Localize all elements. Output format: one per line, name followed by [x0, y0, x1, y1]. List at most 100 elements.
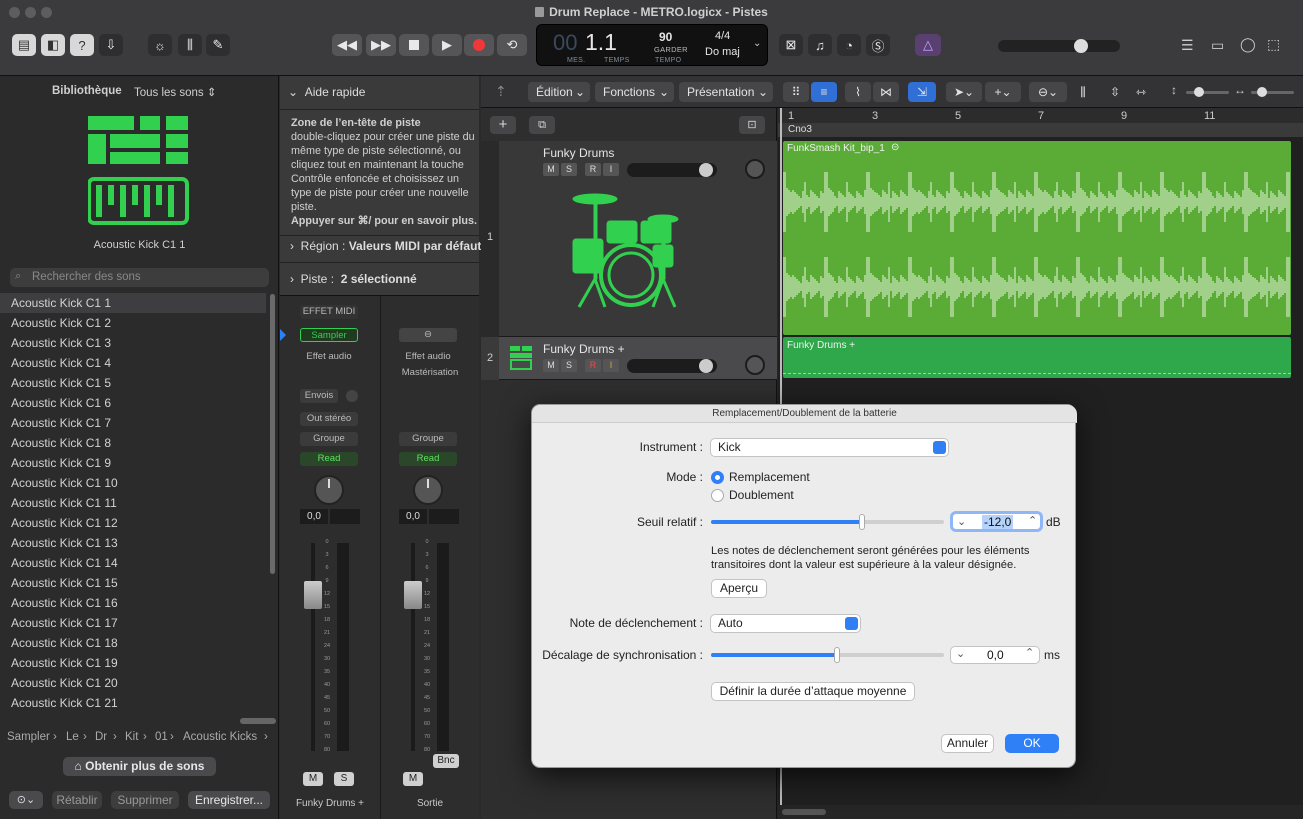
path-item[interactable]: Kit	[125, 731, 138, 743]
midi-region[interactable]: Funky Drums +	[783, 337, 1291, 378]
threshold-slider[interactable]	[711, 514, 944, 530]
track-name[interactable]: Funky Drums	[543, 146, 614, 160]
mute-button[interactable]: M	[403, 772, 423, 786]
library-list-item[interactable]: Acoustic Kick C1 6	[0, 393, 266, 413]
track-volume-slider[interactable]	[627, 163, 717, 177]
library-search-field[interactable]: ⌕ Rechercher des sons	[10, 268, 269, 287]
threshold-stepper[interactable]: ⌄ -12,0 ⌃	[950, 511, 1043, 532]
list-view-button[interactable]: ≡	[811, 82, 837, 102]
chevron-down-icon[interactable]: ⌄	[956, 647, 965, 660]
library-list-item[interactable]: Acoustic Kick C1 5	[0, 373, 266, 393]
catch-button[interactable]: ⇲	[908, 82, 936, 102]
fit-horizontal-button[interactable]: ⇿	[1129, 82, 1153, 102]
track-volume-knob[interactable]	[699, 163, 713, 177]
master-volume-slider[interactable]	[998, 39, 1120, 53]
up-arrow-icon[interactable]: ⇡	[495, 83, 507, 100]
solo-button[interactable]: S	[334, 772, 354, 786]
view-menu[interactable]: Présentation ⌄	[679, 82, 773, 102]
region-inspector-header[interactable]: › Région : Valeurs MIDI par défaut	[290, 239, 481, 253]
library-scrollbar[interactable]	[270, 294, 275, 574]
quick-help-header[interactable]: ⌄ Aide rapide	[288, 85, 365, 99]
trigger-note-popup[interactable]: Auto	[710, 614, 861, 633]
pan-knob[interactable]	[314, 475, 344, 505]
path-item[interactable]: 01	[155, 731, 168, 743]
track-input-monitor-button[interactable]: I	[603, 359, 619, 372]
vertical-zoom-slider[interactable]	[1186, 87, 1229, 97]
track-header-1[interactable]: 1 Funky Drums M S R I	[481, 141, 777, 337]
library-list-item[interactable]: Acoustic Kick C1 21	[0, 693, 266, 713]
waveform-zoom-button[interactable]: ⫼	[1071, 82, 1095, 102]
track-record-button[interactable]: R	[585, 359, 601, 372]
path-item[interactable]: Acoustic Kicks	[183, 731, 257, 743]
library-list-item[interactable]: Acoustic Kick C1 10	[0, 473, 266, 493]
library-list-item[interactable]: Acoustic Kick C1 8	[0, 433, 266, 453]
record-button[interactable]	[464, 34, 494, 56]
track-input-monitor-button[interactable]: I	[603, 163, 619, 176]
midi-fx-slot[interactable]: EFFET MIDI	[300, 305, 358, 319]
output-slot[interactable]: Out stéréo	[300, 412, 358, 426]
bounce-button[interactable]: Bnc	[433, 754, 459, 768]
track-solo-button[interactable]: S	[561, 359, 577, 372]
horizontal-zoom-knob[interactable]	[1257, 87, 1267, 97]
tuner-button[interactable]: ♫	[808, 34, 832, 56]
track-volume-knob[interactable]	[699, 359, 713, 373]
library-list-item[interactable]: Acoustic Kick C1 7	[0, 413, 266, 433]
mode-double-radio[interactable]	[711, 489, 724, 502]
track-record-button[interactable]: R	[585, 163, 601, 176]
library-list-item[interactable]: Acoustic Kick C1 19	[0, 653, 266, 673]
library-list-item[interactable]: Acoustic Kick C1 4	[0, 353, 266, 373]
set-attack-button[interactable]: Définir la durée d’attaque moyenne	[711, 682, 915, 701]
offset-slider[interactable]	[711, 647, 944, 663]
library-button[interactable]: ▤	[12, 34, 36, 56]
fit-vertical-button[interactable]: ⇳	[1103, 82, 1127, 102]
duplicate-track-button[interactable]: ⧉	[529, 116, 555, 134]
library-list-item[interactable]: Acoustic Kick C1 11	[0, 493, 266, 513]
instrument-popup[interactable]: Kick	[710, 438, 949, 457]
offset-stepper[interactable]: ⌄ 0,0 ⌃	[950, 646, 1040, 664]
track-mute-button[interactable]: M	[543, 163, 559, 176]
lcd-display[interactable]: 00 1.1 MES. TEMPS 90 GARDER TEMPO 4/4 Do…	[536, 24, 768, 66]
track-inspector-header[interactable]: › Piste : 2 sélectionné	[290, 272, 417, 286]
notepad-icon[interactable]: ▭	[1211, 37, 1224, 54]
group-slot[interactable]: Groupe	[399, 432, 457, 446]
count-in-button[interactable]: Ⓢ	[866, 34, 890, 56]
path-item[interactable]: Sampler	[7, 731, 50, 743]
library-list-item[interactable]: Acoustic Kick C1 13	[0, 533, 266, 553]
play-button[interactable]: ▶	[432, 34, 462, 56]
pan-knob[interactable]	[413, 475, 443, 505]
list-editors-icon[interactable]: ☰	[1181, 37, 1194, 54]
marker-track[interactable]: Cno3	[778, 123, 1303, 137]
edit-menu[interactable]: Édition ⌄	[528, 82, 590, 102]
restore-button[interactable]: Rétablir	[52, 791, 102, 809]
stop-button[interactable]	[399, 34, 429, 56]
rewind-button[interactable]: ◀◀	[332, 34, 362, 56]
automation-mode[interactable]: Read	[300, 452, 358, 466]
track-header-2[interactable]: 2 Funky Drums + M S R I	[481, 337, 777, 380]
offset-value[interactable]: 0,0	[987, 648, 1004, 662]
chevron-down-icon[interactable]: ⌄	[957, 515, 966, 528]
metronome-button[interactable]: ◔	[837, 34, 861, 56]
flex-button[interactable]: ⋈	[873, 82, 899, 102]
marker-label[interactable]: Cno3	[788, 124, 812, 135]
library-search-input[interactable]: Rechercher des sons	[32, 271, 141, 283]
group-slot[interactable]: Groupe	[300, 432, 358, 446]
library-hscrollbar[interactable]	[240, 718, 276, 724]
forward-button[interactable]: ▶▶	[366, 34, 396, 56]
chevron-up-icon[interactable]: ⌃	[1025, 646, 1034, 659]
mastering-button[interactable]: △	[915, 34, 941, 56]
save-button[interactable]: Enregistrer...	[188, 791, 270, 809]
library-tab[interactable]: Bibliothèque	[52, 85, 122, 97]
library-list-item[interactable]: Acoustic Kick C1 20	[0, 673, 266, 693]
horizontal-zoom-slider[interactable]	[1251, 87, 1294, 97]
path-item[interactable]: Le	[66, 731, 79, 743]
master-volume-knob[interactable]	[1074, 39, 1088, 53]
pointer-tool[interactable]: ➤⌄	[946, 82, 982, 102]
send-knob[interactable]	[346, 390, 358, 402]
lcd-chevron-icon[interactable]: ⌄	[753, 38, 761, 49]
track-name[interactable]: Funky Drums +	[543, 342, 625, 356]
track-mute-button[interactable]: M	[543, 359, 559, 372]
automation-mode[interactable]: Read	[399, 452, 457, 466]
mixer-button[interactable]: ⫼	[178, 34, 202, 56]
library-list-item[interactable]: Acoustic Kick C1 1	[0, 293, 266, 313]
audio-fx-slot[interactable]: Effet audio	[300, 350, 358, 364]
